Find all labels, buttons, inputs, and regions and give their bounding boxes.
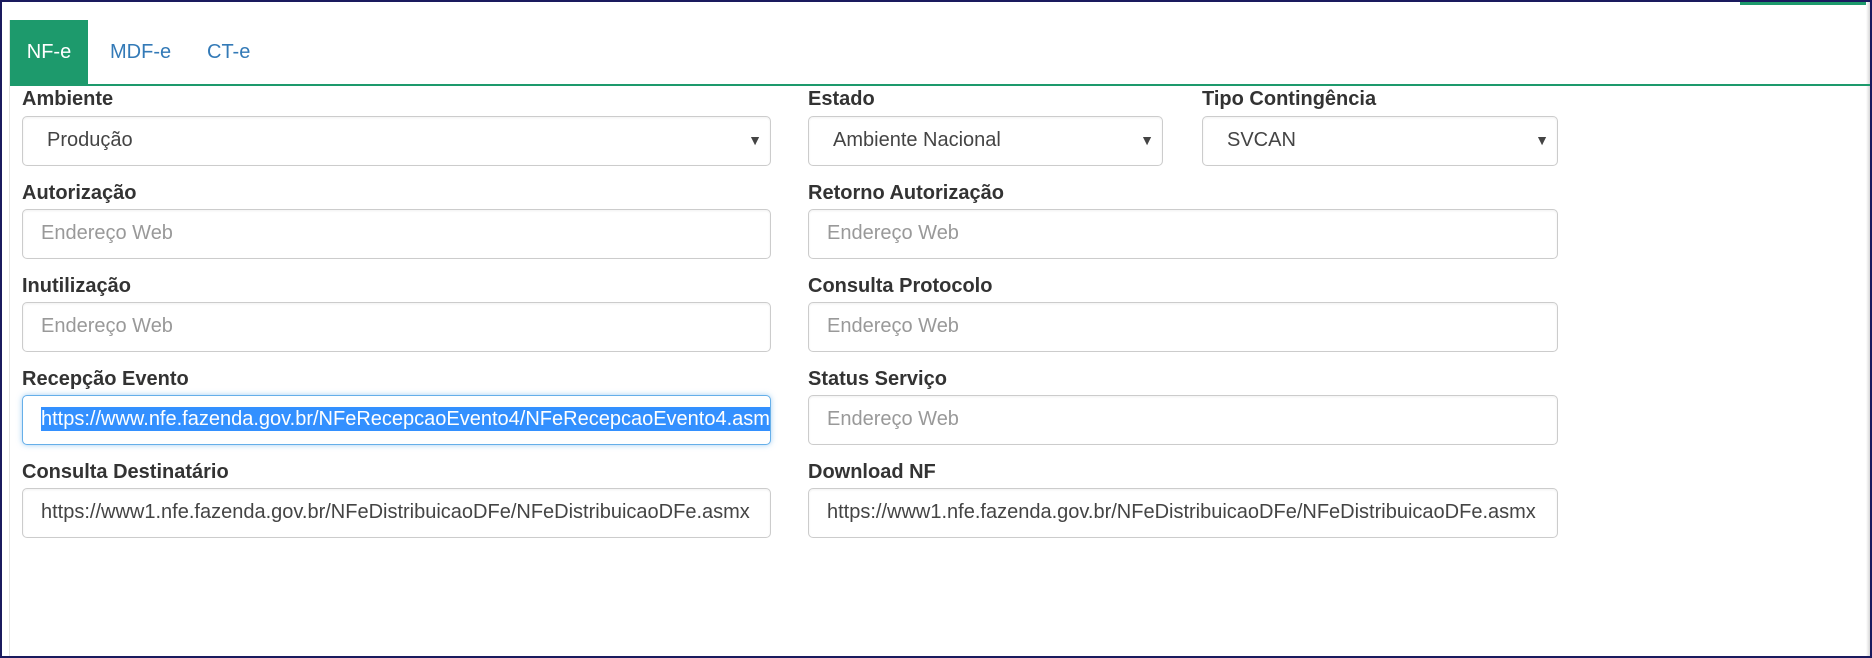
estado-value: Ambiente Nacional <box>833 129 1001 151</box>
estado-label: Estado <box>808 88 875 110</box>
recepcao-evento-value: https://www.nfe.fazenda.gov.br/NFeRecepc… <box>41 407 770 431</box>
consulta-protocolo-placeholder: Endereço Web <box>827 315 959 337</box>
ambiente-label: Ambiente <box>22 88 114 110</box>
inutilizacao-placeholder: Endereço Web <box>41 315 173 337</box>
tab-cte[interactable]: CT-e <box>207 20 250 84</box>
consulta-destinatario-label: Consulta Destinatário <box>22 461 229 483</box>
status-servico-input[interactable]: Endereço Web <box>808 395 1558 445</box>
retorno-autorizacao-placeholder: Endereço Web <box>827 222 959 244</box>
tab-bar: NF-e MDF-e CT-e <box>10 20 1870 86</box>
consulta-protocolo-label: Consulta Protocolo <box>808 275 993 297</box>
tab-nfe[interactable]: NF-e <box>10 20 88 84</box>
retorno-autorizacao-label: Retorno Autorização <box>808 182 1004 204</box>
top-accent-bar <box>1740 2 1870 5</box>
download-nf-label: Download NF <box>808 461 936 483</box>
autorizacao-label: Autorização <box>22 182 137 204</box>
settings-card: NF-e MDF-e CT-e Ambiente Produção ▼ Esta… <box>9 20 1870 656</box>
recepcao-evento-label: Recepção Evento <box>22 368 189 390</box>
chevron-down-icon: ▼ <box>1535 132 1549 148</box>
download-nf-input[interactable]: https://www1.nfe.fazenda.gov.br/NFeDistr… <box>808 488 1558 538</box>
inutilizacao-label: Inutilização <box>22 275 131 297</box>
tipo-contingencia-label: Tipo Contingência <box>1202 88 1377 110</box>
chevron-down-icon: ▼ <box>748 132 762 148</box>
consulta-protocolo-input[interactable]: Endereço Web <box>808 302 1558 352</box>
inutilizacao-input[interactable]: Endereço Web <box>22 302 771 352</box>
estado-select[interactable]: Ambiente Nacional ▼ <box>808 116 1163 166</box>
tab-mdfe[interactable]: MDF-e <box>110 20 171 84</box>
consulta-destinatario-value: https://www1.nfe.fazenda.gov.br/NFeDistr… <box>41 501 750 523</box>
recepcao-evento-input[interactable]: https://www.nfe.fazenda.gov.br/NFeRecepc… <box>22 395 771 445</box>
tipo-contingencia-select[interactable]: SVCAN ▼ <box>1202 116 1558 166</box>
status-servico-placeholder: Endereço Web <box>827 408 959 430</box>
chevron-down-icon: ▼ <box>1140 132 1154 148</box>
download-nf-value: https://www1.nfe.fazenda.gov.br/NFeDistr… <box>827 501 1536 523</box>
autorizacao-input[interactable]: Endereço Web <box>22 209 771 259</box>
ambiente-select[interactable]: Produção ▼ <box>22 116 771 166</box>
retorno-autorizacao-input[interactable]: Endereço Web <box>808 209 1558 259</box>
tipo-contingencia-value: SVCAN <box>1227 129 1296 151</box>
app-window: NF-e MDF-e CT-e Ambiente Produção ▼ Esta… <box>0 0 1872 658</box>
consulta-destinatario-input[interactable]: https://www1.nfe.fazenda.gov.br/NFeDistr… <box>22 488 771 538</box>
autorizacao-placeholder: Endereço Web <box>41 222 173 244</box>
status-servico-label: Status Serviço <box>808 368 947 390</box>
ambiente-value: Produção <box>47 129 133 151</box>
